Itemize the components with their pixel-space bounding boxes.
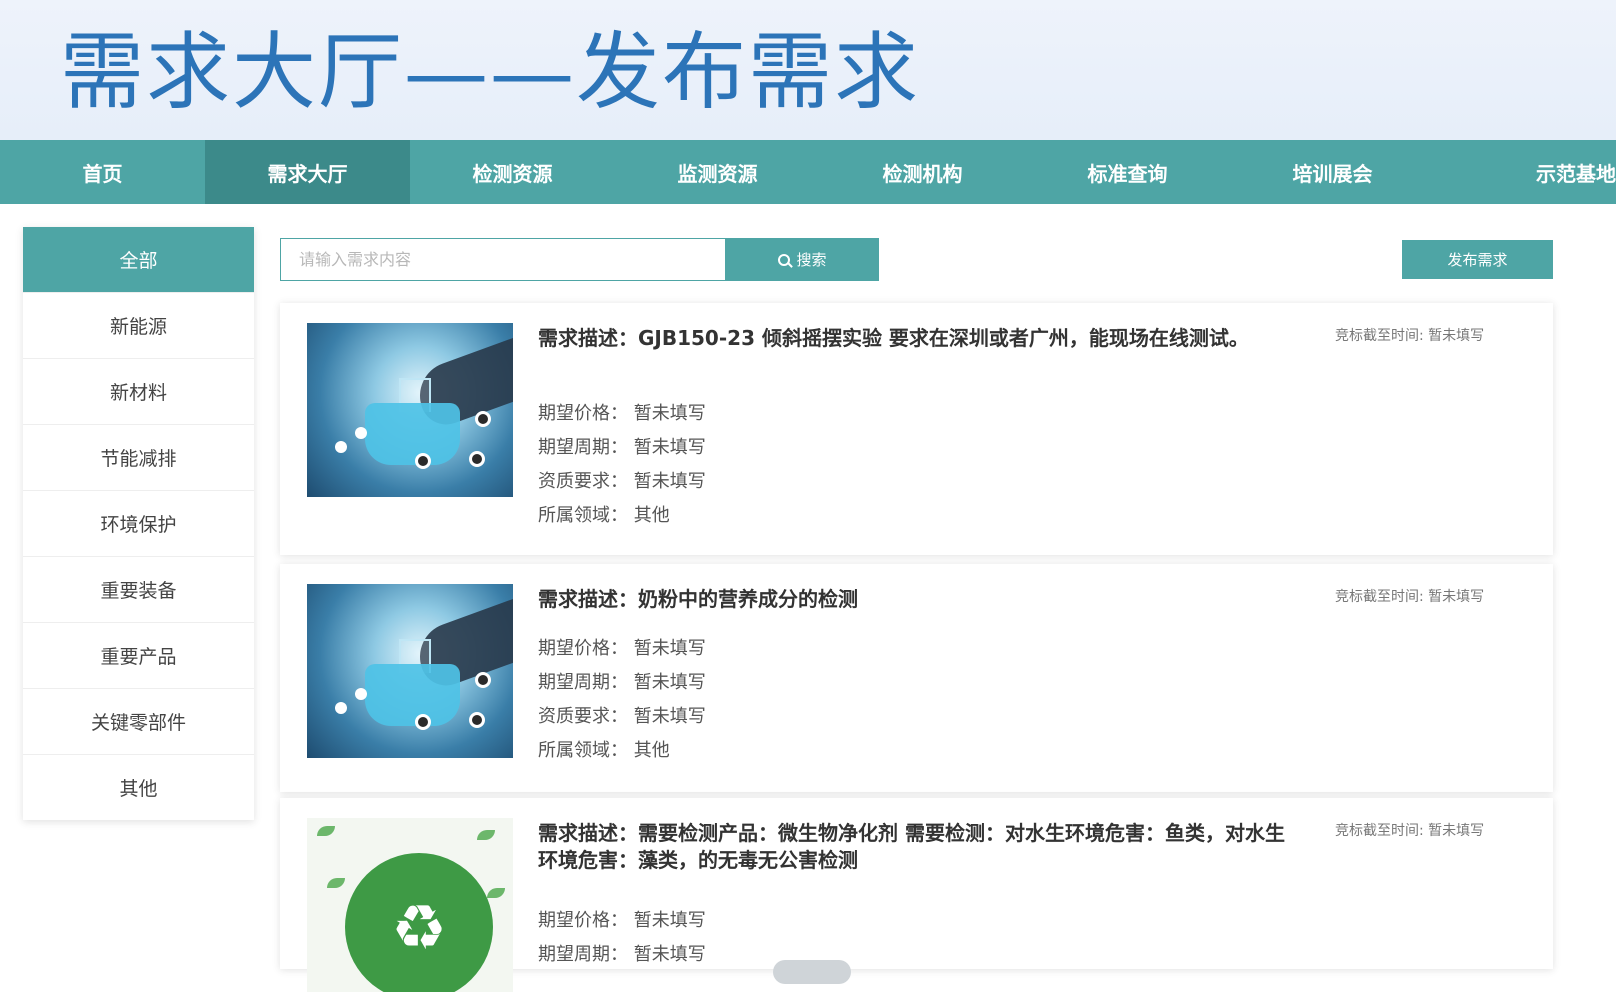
scroll-indicator[interactable] <box>773 960 851 984</box>
nav-item-monitoring-resources[interactable]: 监测资源 <box>615 140 820 204</box>
nav-item-standard-query[interactable]: 标准查询 <box>1025 140 1230 204</box>
demand-card[interactable]: ♻ 需求描述：需要检测产品：微生物净化剂 需要检测：对水生环境危害：鱼类，对水生… <box>280 798 1553 992</box>
lab-flask-image <box>307 323 513 497</box>
domain-field: 所属领域： 其他 <box>538 505 670 526</box>
nav-item-demo-base[interactable]: 示范基地 <box>1435 140 1616 204</box>
bid-deadline: 竞标截至时间: 暂未填写 <box>1335 589 1485 605</box>
sidebar-item-products[interactable]: 重要产品 <box>23 622 254 688</box>
recycle-icon: ♻ <box>345 853 493 992</box>
expected-period: 期望周期： 暂未填写 <box>538 437 706 458</box>
page-title: 需求大厅——发布需求 <box>60 23 921 121</box>
sidebar-item-energy-saving[interactable]: 节能减排 <box>23 424 254 490</box>
expected-price: 期望价格： 暂未填写 <box>538 638 706 659</box>
sidebar-item-equipment[interactable]: 重要装备 <box>23 556 254 622</box>
bid-deadline: 竞标截至时间: 暂未填写 <box>1335 823 1485 839</box>
lab-flask-image <box>307 584 513 758</box>
qualification-requirement: 资质要求： 暂未填写 <box>538 471 706 492</box>
header-banner: 需求大厅——发布需求 <box>0 0 1616 140</box>
search-button-label: 搜索 <box>796 252 827 269</box>
expected-period: 期望周期： 暂未填写 <box>538 944 706 965</box>
expected-price: 期望价格： 暂未填写 <box>538 403 706 424</box>
sidebar-item-all[interactable]: 全部 <box>23 227 254 292</box>
publish-demand-button[interactable]: 发布需求 <box>1402 240 1553 279</box>
recycle-eco-image: ♻ <box>307 818 513 992</box>
nav-item-testing-institutions[interactable]: 检测机构 <box>820 140 1025 204</box>
top-nav: 首页 需求大厅 检测资源 监测资源 检测机构 标准查询 培训展会 示范基地 <box>0 140 1616 204</box>
sidebar-item-new-energy[interactable]: 新能源 <box>23 292 254 358</box>
expected-period: 期望周期： 暂未填写 <box>538 672 706 693</box>
nav-item-testing-resources[interactable]: 检测资源 <box>410 140 615 204</box>
search-icon <box>778 253 791 266</box>
expected-price: 期望价格： 暂未填写 <box>538 910 706 931</box>
sidebar-item-new-materials[interactable]: 新材料 <box>23 358 254 424</box>
nav-item-home[interactable]: 首页 <box>0 140 205 204</box>
demand-card[interactable]: 需求描述：GJB150-23 倾斜摇摆实验 要求在深圳或者广州，能现场在线测试。… <box>280 303 1553 555</box>
search-button[interactable]: 搜索 <box>726 238 879 281</box>
sidebar-item-environmental[interactable]: 环境保护 <box>23 490 254 556</box>
nav-item-demand-hall[interactable]: 需求大厅 <box>205 140 410 204</box>
demand-description: 需求描述：奶粉中的营养成分的检测 <box>538 587 858 611</box>
domain-field: 所属领域： 其他 <box>538 740 670 761</box>
sidebar-item-components[interactable]: 关键零部件 <box>23 688 254 754</box>
search-input[interactable] <box>280 238 726 281</box>
demand-card[interactable]: 需求描述：奶粉中的营养成分的检测 竞标截至时间: 暂未填写 期望价格： 暂未填写… <box>280 564 1553 792</box>
demand-description: 需求描述：GJB150-23 倾斜摇摆实验 要求在深圳或者广州，能现场在线测试。 <box>538 326 1249 350</box>
bid-deadline: 竞标截至时间: 暂未填写 <box>1335 328 1485 344</box>
nav-item-training-exhibition[interactable]: 培训展会 <box>1230 140 1435 204</box>
qualification-requirement: 资质要求： 暂未填写 <box>538 706 706 727</box>
category-sidebar: 全部 新能源 新材料 节能减排 环境保护 重要装备 重要产品 关键零部件 其他 <box>23 227 254 820</box>
search-bar: 搜索 <box>280 238 879 281</box>
sidebar-item-other[interactable]: 其他 <box>23 754 254 820</box>
demand-description: 需求描述：需要检测产品：微生物净化剂 需要检测：对水生环境危害：鱼类，对水生环境… <box>538 821 1285 872</box>
